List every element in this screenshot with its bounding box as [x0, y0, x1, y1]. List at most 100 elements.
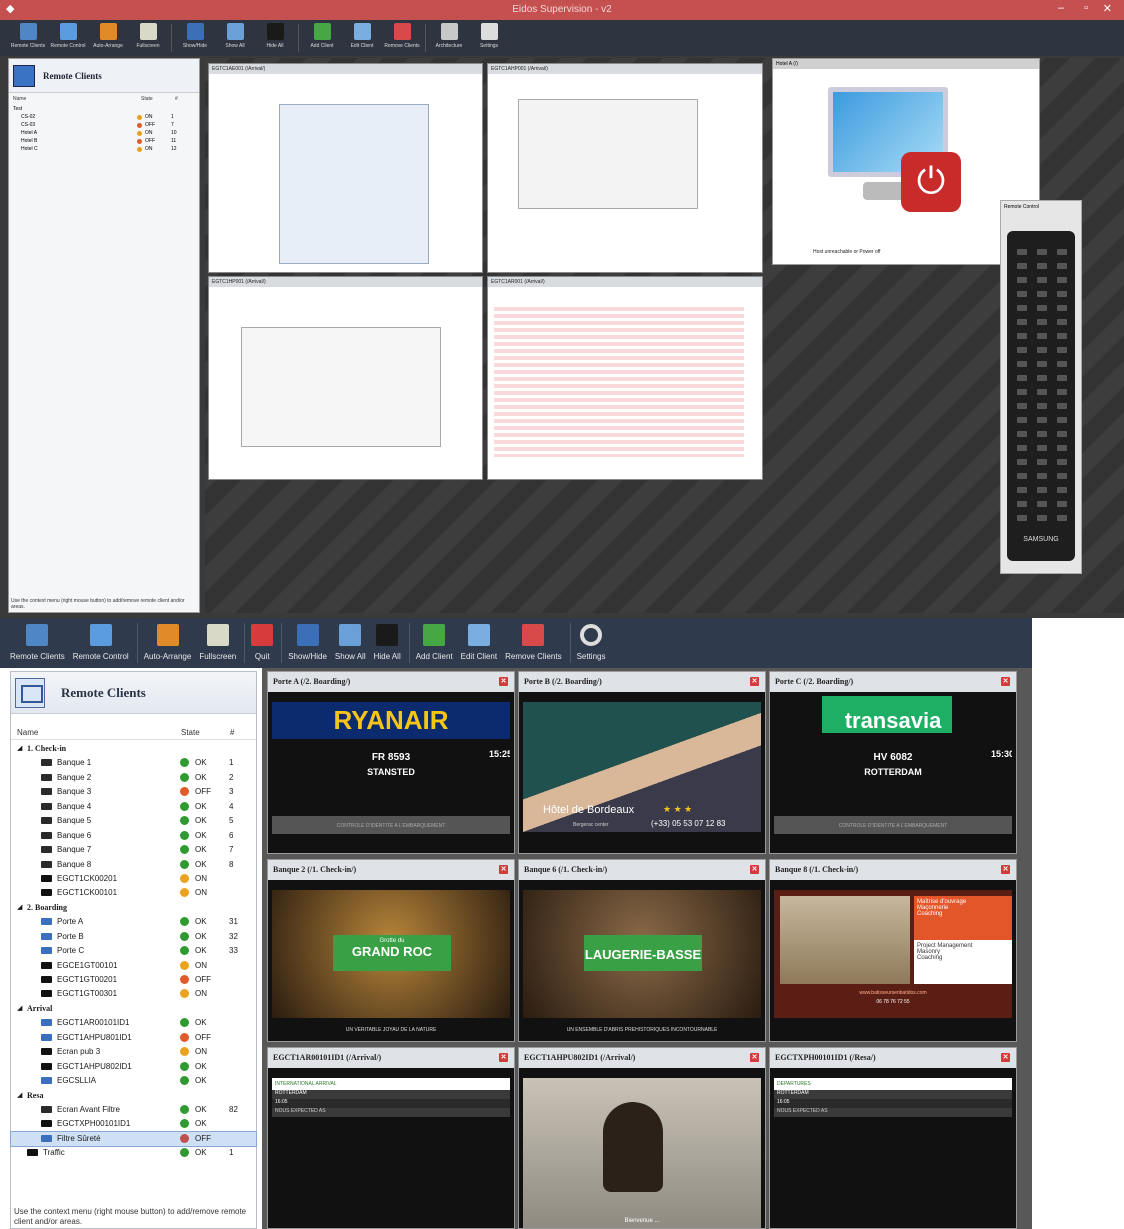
remote-key[interactable]	[1017, 501, 1027, 507]
remote-key[interactable]	[1037, 403, 1047, 409]
tree-row[interactable]: EGCSLLIA OK	[11, 1074, 256, 1088]
toolbar-remote-clients-button[interactable]: Remote Clients	[10, 618, 65, 661]
remote-key[interactable]	[1017, 445, 1027, 451]
screen-cell[interactable]: Banque 2 (/1. Check-in/) ✕ Grotte du GRAND …	[267, 859, 515, 1042]
remote-key[interactable]	[1017, 389, 1027, 395]
tree-row[interactable]: EGCT1CK00201 ON	[11, 872, 256, 886]
remote-key[interactable]	[1057, 347, 1067, 353]
expand-icon[interactable]: ◢	[17, 903, 22, 911]
close-icon[interactable]: ✕	[1001, 1053, 1010, 1062]
column-name[interactable]: Name	[17, 728, 38, 737]
top-tree-row[interactable]: CS-03 OFF 7	[9, 121, 199, 129]
remote-key[interactable]	[1057, 389, 1067, 395]
expand-icon[interactable]: ◢	[17, 1004, 22, 1012]
tree-row[interactable]: Ecran Avant Filtre OK 82	[11, 1103, 256, 1117]
remote-key[interactable]	[1037, 417, 1047, 423]
remote-key[interactable]	[1037, 459, 1047, 465]
top-toolbar-arrange-button[interactable]: Auto-Arrange	[88, 20, 128, 56]
remote-key[interactable]	[1017, 515, 1027, 521]
remote-key[interactable]	[1057, 403, 1067, 409]
remote-key[interactable]	[1057, 277, 1067, 283]
remote-key[interactable]	[1017, 347, 1027, 353]
remote-key[interactable]	[1017, 473, 1027, 479]
remote-key[interactable]	[1037, 445, 1047, 451]
remote-key[interactable]	[1037, 277, 1047, 283]
tree-row[interactable]: EGCT1AHPU801ID1 OFF	[11, 1031, 256, 1045]
screen-cell[interactable]: Porte C (/2. Boarding/) ✕ transavia HV 6082…	[769, 671, 1017, 854]
remote-key[interactable]	[1057, 319, 1067, 325]
tree-row[interactable]: Banque 3 OFF 3	[11, 785, 256, 799]
remote-key[interactable]	[1057, 473, 1067, 479]
close-icon[interactable]: ✕	[499, 865, 508, 874]
toolbar-hide-all-button[interactable]: Hide All	[374, 618, 401, 661]
close-icon[interactable]: ✕	[499, 677, 508, 686]
tree-group[interactable]: ◢ 2. Boarding	[11, 901, 256, 915]
tree-row[interactable]: Banque 7 OK 7	[11, 843, 256, 857]
toolbar-remote-control-button[interactable]: Remote Control	[73, 618, 129, 661]
tree-row[interactable]: EGCTXPH00101ID1 OK	[11, 1117, 256, 1131]
remote-key[interactable]	[1057, 515, 1067, 521]
remote-key[interactable]	[1037, 375, 1047, 381]
top-toolbar-gear-button[interactable]: Settings	[469, 20, 509, 56]
tree-group[interactable]: ◢ Arrival	[11, 1002, 256, 1016]
tree-row[interactable]: Banque 8 OK 8	[11, 858, 256, 872]
tree-row[interactable]: Porte A OK 31	[11, 915, 256, 929]
tree-row[interactable]: EGCT1AHPU802ID1 OK	[11, 1060, 256, 1074]
tree-group[interactable]: ◢ Resa	[11, 1089, 256, 1103]
remote-key[interactable]	[1017, 487, 1027, 493]
screen-window[interactable]: EGTC1HP001 (/Arrival/)	[208, 276, 483, 480]
screen-cell[interactable]: EGCT1AR00101ID1 (/Arrival/) ✕ INTERNATIONA…	[267, 1047, 515, 1229]
tree-group[interactable]: ◢ 1. Check-in	[11, 742, 256, 756]
remote-key[interactable]	[1057, 333, 1067, 339]
top-toolbar-edit-client-button[interactable]: Edit Client	[342, 20, 382, 56]
remote-key[interactable]	[1017, 459, 1027, 465]
top-toolbar-architecture-button[interactable]: Architecture	[429, 20, 469, 56]
screen-cell[interactable]: Banque 8 (/1. Check-in/) ✕ Maîtrise d'ouvr…	[769, 859, 1017, 1042]
tree-row[interactable]: EGCT1AR00101ID1 OK	[11, 1016, 256, 1030]
remote-key[interactable]	[1017, 361, 1027, 367]
remote-key[interactable]	[1037, 291, 1047, 297]
remote-key[interactable]	[1057, 361, 1067, 367]
remote-key[interactable]	[1037, 347, 1047, 353]
screen-window[interactable]: EGTC1AR001 (/Arrival/)	[487, 276, 763, 480]
tree-row[interactable]: EGCT1CK00101 ON	[11, 886, 256, 900]
close-icon[interactable]: ✕	[1001, 865, 1010, 874]
top-tree-row[interactable]: Hotel A ON 10	[9, 129, 199, 137]
tree-row[interactable]: Porte B OK 32	[11, 930, 256, 944]
remote-key[interactable]	[1017, 319, 1027, 325]
remote-key[interactable]	[1037, 263, 1047, 269]
screen-cell[interactable]: Porte A (/2. Boarding/) ✕ RYANAIR FR 8593 ST…	[267, 671, 515, 854]
close-icon[interactable]: ✕	[750, 865, 759, 874]
top-tree-row[interactable]: Hotel B OFF 11	[9, 137, 199, 145]
remote-key[interactable]	[1057, 487, 1067, 493]
remote-control-window[interactable]: Remote Control SAMSUNG	[1000, 200, 1082, 574]
tree-row[interactable]: Filtre Sûreté OFF	[10, 1130, 257, 1148]
remote-key[interactable]	[1037, 487, 1047, 493]
toolbar-show-all-button[interactable]: Show All	[335, 618, 366, 661]
minimize-icon[interactable]: –	[1058, 2, 1064, 14]
remote-key[interactable]	[1057, 459, 1067, 465]
close-icon[interactable]: ✕	[499, 1053, 508, 1062]
top-toolbar-monitors-button[interactable]: Remote Clients	[8, 20, 48, 56]
remote-key[interactable]	[1057, 263, 1067, 269]
remote-key[interactable]	[1057, 305, 1067, 311]
remote-key[interactable]	[1017, 417, 1027, 423]
remote-key[interactable]	[1017, 431, 1027, 437]
remote-key[interactable]	[1037, 515, 1047, 521]
tree-row[interactable]: Banque 2 OK 2	[11, 771, 256, 785]
close-icon[interactable]: ✕	[750, 1053, 759, 1062]
screen-window[interactable]: EGTC1AHP001 (/Arrival/)	[487, 63, 763, 273]
tree-row[interactable]: Porte C OK 33	[11, 944, 256, 958]
remote-key[interactable]	[1057, 501, 1067, 507]
toolbar-show-hide-button[interactable]: Show/Hide	[288, 618, 327, 661]
remote-key[interactable]	[1017, 305, 1027, 311]
remote-key[interactable]	[1037, 389, 1047, 395]
screen-cell[interactable]: Banque 6 (/1. Check-in/) ✕ LAUGERIE-BASSE U…	[518, 859, 766, 1042]
remote-key[interactable]	[1017, 291, 1027, 297]
remote-key[interactable]	[1037, 305, 1047, 311]
top-toolbar-monitor-button[interactable]: Remote Control	[48, 20, 88, 56]
screen-cell[interactable]: Porte B (/2. Boarding/) ✕ Hôtel de Bordeau…	[518, 671, 766, 854]
expand-icon[interactable]: ◢	[17, 1091, 22, 1099]
screen-cell[interactable]: EGCT1AHPU802ID1 (/Arrival/) ✕ Bienvenue ..…	[518, 1047, 766, 1229]
remote-key[interactable]	[1057, 291, 1067, 297]
